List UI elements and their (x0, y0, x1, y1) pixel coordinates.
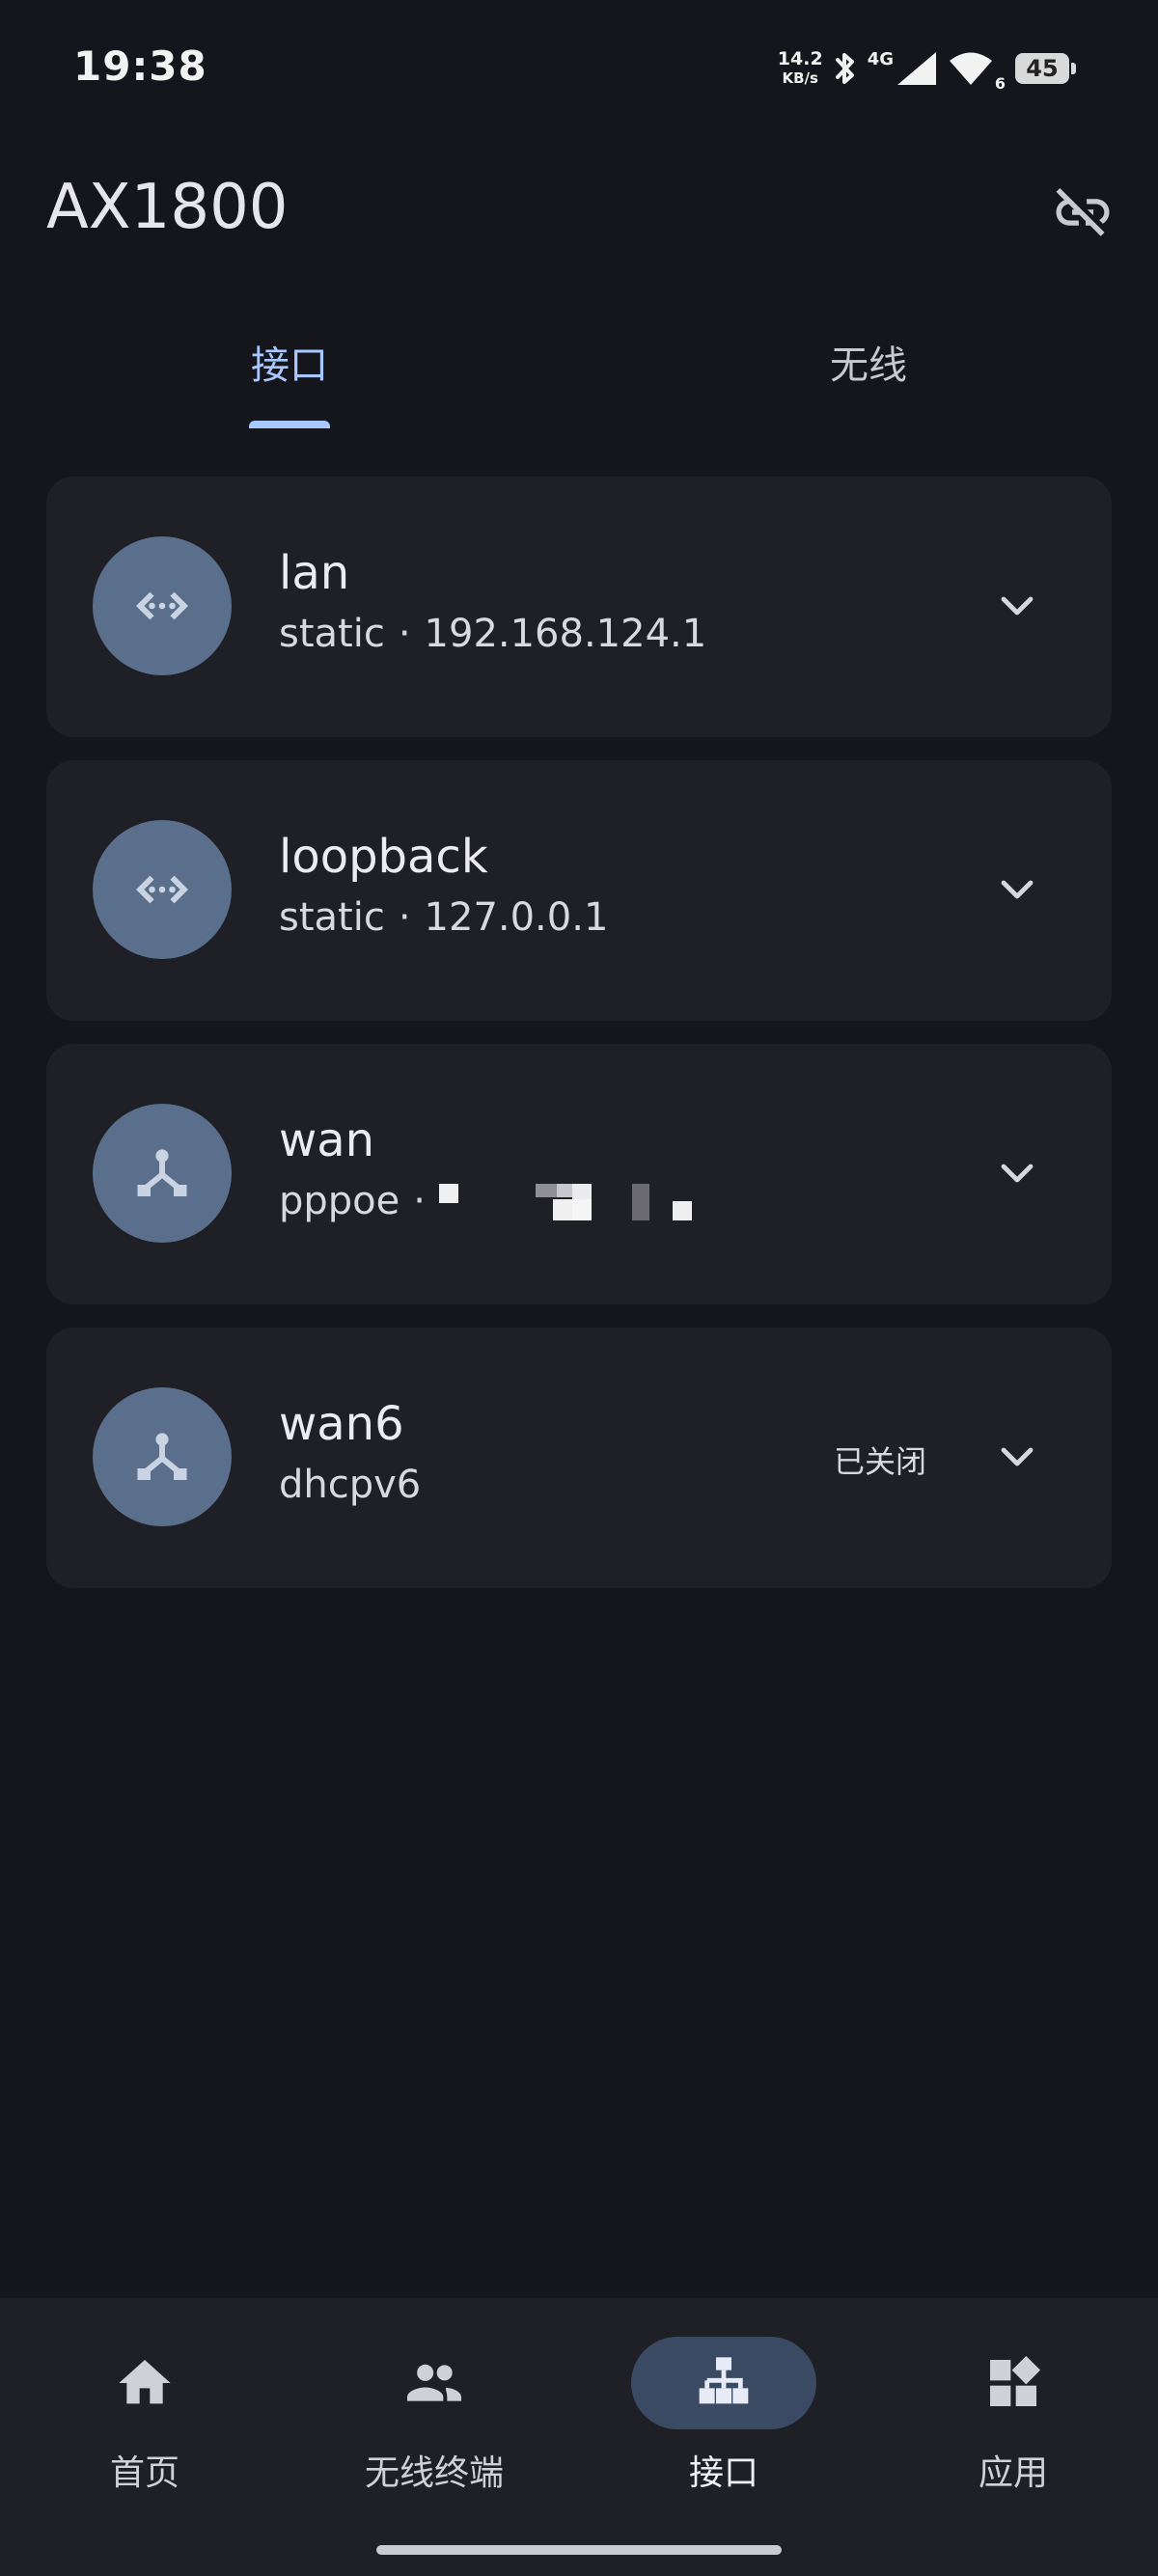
interface-details: pppoe · (279, 1179, 700, 1224)
people-icon (407, 2364, 461, 2401)
interface-card-loopback[interactable]: loopback static · 127.0.0.1 (46, 760, 1112, 1021)
separator: · (398, 612, 411, 656)
chevron-down-icon (1001, 596, 1034, 616)
page-title: AX1800 (46, 172, 289, 243)
interface-name: wan (279, 1113, 375, 1167)
battery-icon: 45 (1015, 53, 1076, 84)
expand-button[interactable] (992, 581, 1042, 631)
nav-item-wireless-clients[interactable]: 无线终端 (290, 2298, 579, 2493)
cell-signal-icon (897, 52, 936, 85)
bottom-navigation: 首页 无线终端 接口 应用 (0, 2298, 1158, 2576)
apps-icon (990, 2356, 1040, 2406)
network-speed: 14.2 KB/s (778, 49, 823, 88)
network-speed-unit: KB/s (782, 69, 818, 87)
interface-avatar (93, 820, 232, 959)
nav-label: 应用 (978, 2453, 1048, 2493)
interface-address: 127.0.0.1 (424, 895, 609, 940)
interface-details: static · 127.0.0.1 (279, 895, 608, 940)
network-type: 4G (867, 48, 894, 69)
home-icon (119, 2360, 171, 2404)
interface-name: wan6 (279, 1397, 404, 1451)
hub-icon (137, 1149, 187, 1196)
nav-pill (921, 2337, 1106, 2429)
expand-button[interactable] (992, 1432, 1042, 1482)
separator: · (413, 1179, 426, 1223)
nav-item-interfaces[interactable]: 接口 (579, 2298, 868, 2493)
tab-bar: 接口 无线 (0, 309, 1158, 434)
interface-avatar (93, 1104, 232, 1243)
ethernet-icon (136, 591, 188, 620)
interface-details: dhcpv6 (279, 1463, 421, 1507)
interface-name: lan (279, 546, 350, 600)
home-indicator[interactable] (376, 2545, 782, 2555)
interface-card-lan[interactable]: lan static · 192.168.124.1 (46, 477, 1112, 737)
nav-label: 接口 (688, 2453, 758, 2493)
interface-protocol: static (279, 612, 385, 656)
link-off-icon (1056, 187, 1110, 236)
nav-pill (52, 2337, 237, 2429)
status-bar: 19:38 14.2 KB/s 4G 6 45 (0, 0, 1158, 135)
status-icons: 14.2 KB/s 4G 6 45 (778, 44, 1076, 93)
interface-name: loopback (279, 830, 488, 884)
tab-label: 接口 (251, 343, 328, 388)
tab-indicator (249, 421, 330, 428)
interface-protocol: pppoe (279, 1179, 400, 1223)
bluetooth-icon (835, 53, 854, 84)
wifi-status: 6 (948, 50, 1006, 93)
nav-item-apps[interactable]: 应用 (868, 2298, 1158, 2493)
interface-avatar (93, 1387, 232, 1526)
redacted-address (438, 1182, 700, 1224)
interface-protocol: static (279, 895, 385, 940)
separator: · (398, 895, 411, 940)
disconnect-button[interactable] (1046, 176, 1119, 249)
ethernet-icon (136, 875, 188, 904)
expand-button[interactable] (992, 1148, 1042, 1198)
interface-avatar (93, 536, 232, 675)
chevron-down-icon (1001, 1447, 1034, 1466)
wifi-icon (950, 52, 992, 85)
hub-icon (137, 1433, 187, 1480)
status-time: 19:38 (73, 42, 207, 90)
lan-icon (699, 2357, 749, 2404)
nav-label: 无线终端 (364, 2453, 504, 2493)
chevron-down-icon (1001, 1164, 1034, 1183)
network-speed-value: 14.2 (777, 48, 823, 69)
interface-details: static · 192.168.124.1 (279, 612, 706, 656)
battery-level: 45 (1026, 55, 1059, 82)
tab-wireless[interactable]: 无线 (579, 309, 1158, 434)
interface-address: 192.168.124.1 (424, 612, 707, 656)
nav-item-home[interactable]: 首页 (0, 2298, 290, 2493)
tab-interfaces[interactable]: 接口 (0, 309, 579, 434)
nav-pill (342, 2337, 527, 2429)
expand-button[interactable] (992, 864, 1042, 915)
interface-status: 已关闭 (833, 1443, 926, 1480)
interface-card-wan6[interactable]: wan6 dhcpv6 已关闭 (46, 1328, 1112, 1588)
interface-protocol: dhcpv6 (279, 1463, 422, 1507)
nav-pill (631, 2337, 816, 2429)
wifi-generation: 6 (994, 74, 1006, 93)
tab-label: 无线 (830, 343, 907, 388)
interface-card-wan[interactable]: wan pppoe · (46, 1044, 1112, 1304)
chevron-down-icon (1001, 880, 1034, 899)
nav-label: 首页 (109, 2453, 179, 2493)
